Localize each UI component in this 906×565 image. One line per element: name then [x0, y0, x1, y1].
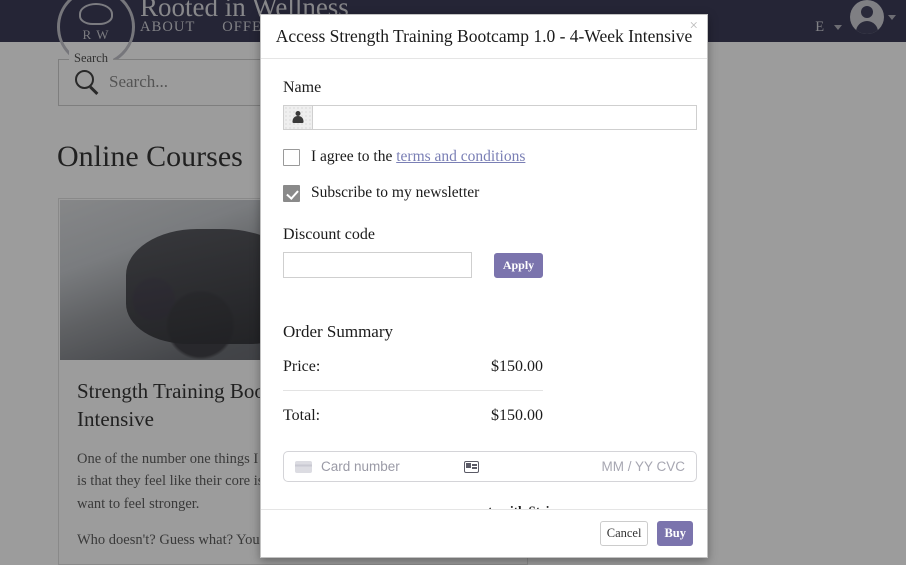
order-summary-title: Order Summary	[283, 322, 394, 341]
terms-and-conditions-link[interactable]: terms and conditions	[396, 148, 525, 165]
credit-card-icon	[295, 460, 312, 473]
buy-button[interactable]: Buy	[657, 521, 693, 546]
modal-body: Name I agree to the terms and conditions…	[261, 59, 707, 509]
modal-footer: Cancel Buy	[261, 509, 707, 557]
newsletter-checkbox[interactable]	[283, 184, 300, 202]
order-summary-divider	[283, 390, 543, 391]
order-summary-row-total: Total: $150.00	[283, 407, 543, 425]
stripe-card-field[interactable]: Card number MM / YY CVC	[283, 451, 697, 482]
terms-checkbox-row[interactable]: I agree to the terms and conditions	[283, 148, 685, 166]
terms-text: I agree to the	[311, 148, 393, 165]
newsletter-checkbox-row[interactable]: Subscribe to my newsletter	[283, 184, 685, 202]
card-number-placeholder: Card number	[321, 459, 400, 474]
total-value: $150.00	[491, 407, 543, 424]
discount-code-input[interactable]	[283, 252, 472, 278]
page-root: R W Rooted in Wellness ABOUT OFFERINGS E…	[0, 0, 906, 565]
newsletter-label: Subscribe to my newsletter	[311, 184, 480, 201]
total-label: Total:	[283, 407, 321, 424]
apply-discount-button[interactable]: Apply	[494, 252, 543, 278]
close-icon[interactable]: ×	[690, 19, 698, 34]
name-label: Name	[283, 79, 322, 96]
modal-title: Access Strength Training Bootcamp 1.0 - …	[275, 26, 693, 46]
modal-header: Access Strength Training Bootcamp 1.0 - …	[261, 15, 707, 59]
card-scan-icon[interactable]	[464, 461, 479, 473]
price-value: $150.00	[491, 358, 543, 375]
name-input-group	[283, 105, 697, 130]
expiry-cvc-placeholder: MM / YY CVC	[601, 459, 685, 474]
person-icon	[283, 105, 312, 130]
purchase-modal: Access Strength Training Bootcamp 1.0 - …	[260, 14, 708, 558]
order-summary-row-price: Price: $150.00	[283, 358, 543, 376]
terms-label: I agree to the terms and conditions	[311, 148, 525, 166]
terms-checkbox[interactable]	[283, 148, 300, 166]
price-label: Price:	[283, 358, 321, 375]
discount-row: Apply	[283, 252, 685, 278]
discount-label: Discount code	[283, 226, 375, 243]
cancel-button[interactable]: Cancel	[599, 521, 649, 546]
name-input[interactable]	[312, 105, 697, 130]
